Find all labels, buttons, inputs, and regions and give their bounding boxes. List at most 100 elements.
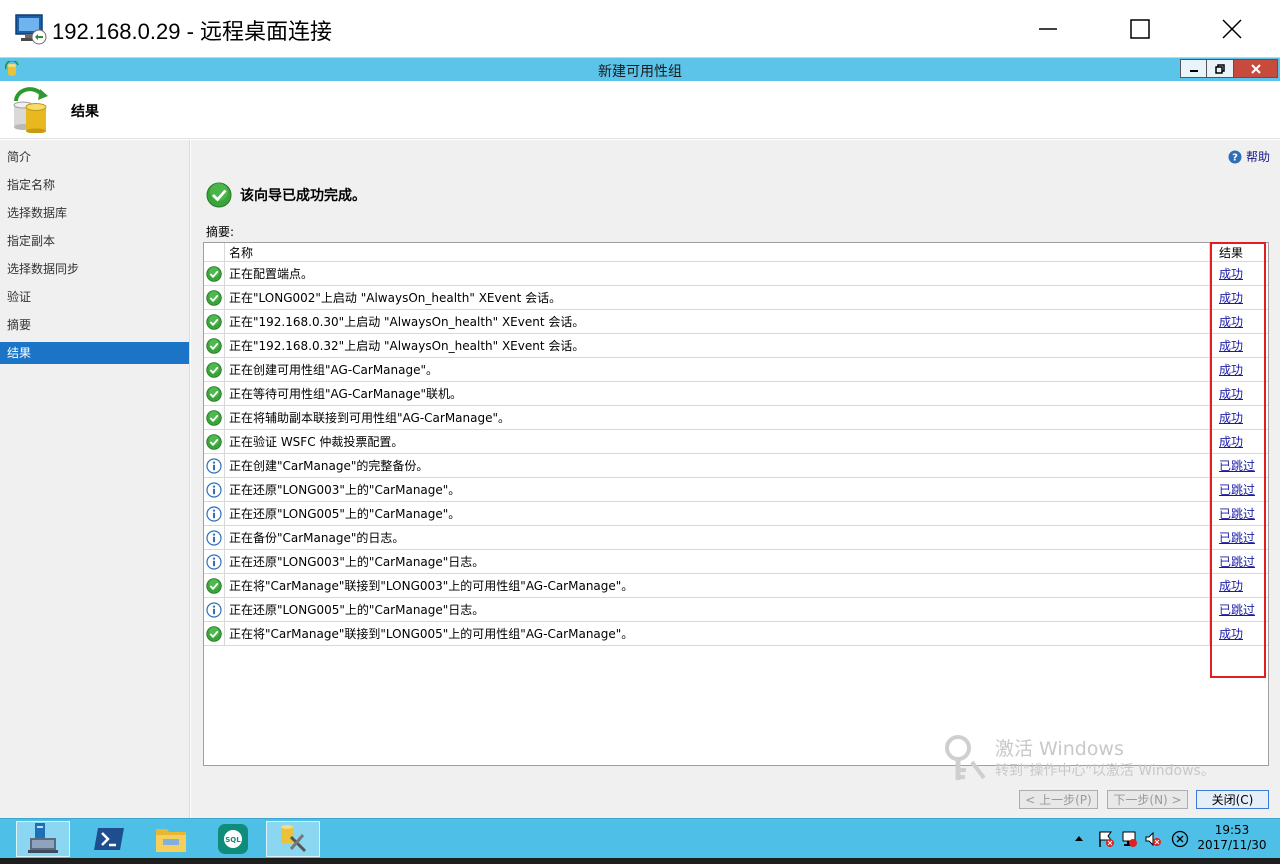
info-icon: [204, 598, 225, 621]
row-result-link[interactable]: 已跳过: [1219, 457, 1255, 474]
row-result-link[interactable]: 已跳过: [1219, 553, 1255, 570]
activation-watermark: 激活 Windows 转到"操作中心"以激活 Windows。: [940, 732, 1270, 786]
table-row[interactable]: 正在创建可用性组"AG-CarManage"。 成功: [204, 358, 1268, 382]
sidebar-item-data-sync[interactable]: 选择数据同步: [0, 258, 189, 280]
results-grid[interactable]: 名称 结果 正在配置端点。 成功 正在"LONG002"上启动 "AlwaysOn_…: [203, 242, 1269, 766]
table-row[interactable]: 正在验证 WSFC 仲裁投票配置。 成功: [204, 430, 1268, 454]
row-result-link[interactable]: 成功: [1219, 337, 1243, 354]
column-header-result[interactable]: 结果: [1209, 243, 1268, 261]
row-result-cell: 已跳过: [1209, 526, 1268, 549]
window-close-button[interactable]: [1234, 59, 1278, 78]
window-minimize-button[interactable]: [1180, 59, 1207, 78]
row-result-link[interactable]: 成功: [1219, 385, 1243, 402]
table-row[interactable]: 正在"192.168.0.32"上启动 "AlwaysOn_health" XE…: [204, 334, 1268, 358]
row-name: 正在备份"CarManage"的日志。: [229, 531, 405, 545]
next-button[interactable]: 下一步(N) >: [1107, 790, 1188, 809]
powershell-icon: [94, 828, 124, 850]
row-result-link[interactable]: 成功: [1219, 313, 1243, 330]
row-result-link[interactable]: 成功: [1219, 625, 1243, 642]
table-row[interactable]: 正在还原"LONG003"上的"CarManage"。 已跳过: [204, 478, 1268, 502]
table-row[interactable]: 正在将"CarManage"联接到"LONG003"上的可用性组"AG-CarM…: [204, 574, 1268, 598]
row-result-cell: 成功: [1209, 382, 1268, 405]
table-row[interactable]: 正在备份"CarManage"的日志。 已跳过: [204, 526, 1268, 550]
row-result-cell: 成功: [1209, 334, 1268, 357]
chevron-up-icon[interactable]: [1074, 834, 1084, 842]
row-name: 正在创建"CarManage"的完整备份。: [229, 459, 429, 473]
table-row[interactable]: 正在还原"LONG005"上的"CarManage"。 已跳过: [204, 502, 1268, 526]
row-result-cell: 成功: [1209, 430, 1268, 453]
remote-desktop-icon: [14, 12, 48, 46]
network-icon[interactable]: [1120, 830, 1138, 848]
clock-date: 2017/11/30: [1197, 838, 1267, 852]
sidebar-item-validation[interactable]: 验证: [0, 286, 189, 308]
svg-text:?: ?: [1232, 152, 1238, 163]
close-button[interactable]: 关闭(C): [1196, 790, 1269, 809]
success-check-icon: [204, 286, 225, 309]
table-row[interactable]: 正在还原"LONG005"上的"CarManage"日志。 已跳过: [204, 598, 1268, 622]
key-icon: [945, 735, 986, 780]
row-result-link[interactable]: 已跳过: [1219, 505, 1255, 522]
restore-icon: [1215, 63, 1225, 74]
wizard-header: 结果: [0, 81, 1280, 139]
table-row[interactable]: 正在将"CarManage"联接到"LONG005"上的可用性组"AG-CarM…: [204, 622, 1268, 646]
action-center-flag-icon[interactable]: [1097, 830, 1115, 848]
table-row[interactable]: 正在创建"CarManage"的完整备份。 已跳过: [204, 454, 1268, 478]
row-result-link[interactable]: 成功: [1219, 289, 1243, 306]
row-result-link[interactable]: 成功: [1219, 433, 1243, 450]
taskbar-clock[interactable]: 19:53 2017/11/30: [1190, 823, 1274, 853]
row-result-cell: 成功: [1209, 622, 1268, 645]
row-name: 正在还原"LONG005"上的"CarManage"。: [229, 507, 461, 521]
sidebar-item-specify-replicas[interactable]: 指定副本: [0, 230, 189, 252]
row-result-link[interactable]: 已跳过: [1219, 481, 1255, 498]
row-result-cell: 已跳过: [1209, 550, 1268, 573]
sidebar-item-select-databases[interactable]: 选择数据库: [0, 202, 189, 224]
wizard-main-panel: ? 帮助 该向导已成功完成。 摘要: 名称 结果 正在配置端点。 成功 正在"LON…: [191, 140, 1280, 818]
row-result-cell: 已跳过: [1209, 478, 1268, 501]
row-result-link[interactable]: 成功: [1219, 409, 1243, 426]
rdp-minimize-button[interactable]: [1002, 0, 1094, 58]
table-row[interactable]: 正在配置端点。 成功: [204, 262, 1268, 286]
taskbar-management-studio[interactable]: [266, 821, 320, 857]
success-check-icon: [204, 382, 225, 405]
clock-time: 19:53: [1214, 823, 1250, 837]
table-row[interactable]: 正在将辅助副本联接到可用性组"AG-CarManage"。 成功: [204, 406, 1268, 430]
rdp-maximize-button[interactable]: [1094, 0, 1186, 58]
rdp-close-button[interactable]: [1186, 0, 1278, 58]
success-check-icon: [204, 310, 225, 333]
close-circle-icon[interactable]: [1171, 830, 1189, 848]
row-name: 正在等待可用性组"AG-CarManage"联机。: [229, 387, 462, 401]
help-link[interactable]: ? 帮助: [1228, 148, 1270, 165]
row-result-link[interactable]: 成功: [1219, 265, 1243, 282]
success-check-icon: [204, 358, 225, 381]
window-restore-button[interactable]: [1207, 59, 1234, 78]
window-title: 新建可用性组: [598, 64, 682, 80]
taskbar-powershell[interactable]: [82, 821, 136, 857]
column-header-name[interactable]: 名称: [226, 243, 1208, 261]
row-result-link[interactable]: 成功: [1219, 361, 1243, 378]
row-name: 正在还原"LONG003"上的"CarManage"日志。: [229, 555, 485, 569]
taskbar-sql-server[interactable]: SQL: [206, 821, 260, 857]
row-result-link[interactable]: 成功: [1219, 577, 1243, 594]
sidebar-item-intro[interactable]: 简介: [0, 146, 189, 168]
taskbar-server-manager[interactable]: [16, 821, 70, 857]
sidebar-item-specify-name[interactable]: 指定名称: [0, 174, 189, 196]
table-row[interactable]: 正在等待可用性组"AG-CarManage"联机。 成功: [204, 382, 1268, 406]
table-row[interactable]: 正在"LONG002"上启动 "AlwaysOn_health" XEvent …: [204, 286, 1268, 310]
row-result-cell: 成功: [1209, 310, 1268, 333]
sidebar-item-results[interactable]: 结果: [0, 342, 189, 364]
taskbar: SQL 19:53 2017/11/30: [0, 818, 1280, 858]
row-result-link[interactable]: 已跳过: [1219, 601, 1255, 618]
table-row[interactable]: 正在还原"LONG003"上的"CarManage"日志。 已跳过: [204, 550, 1268, 574]
info-icon: [204, 454, 225, 477]
sidebar-item-summary[interactable]: 摘要: [0, 314, 189, 336]
previous-button[interactable]: < 上一步(P): [1019, 790, 1098, 809]
row-result-cell: 已跳过: [1209, 454, 1268, 477]
minimize-icon: [1189, 69, 1198, 72]
taskbar-file-explorer[interactable]: [144, 821, 198, 857]
row-result-cell: 成功: [1209, 286, 1268, 309]
volume-muted-icon[interactable]: [1144, 830, 1162, 848]
close-icon: [1222, 19, 1242, 39]
row-result-link[interactable]: 已跳过: [1219, 529, 1255, 546]
table-row[interactable]: 正在"192.168.0.30"上启动 "AlwaysOn_health" XE…: [204, 310, 1268, 334]
sql-server-icon: SQL: [218, 824, 248, 854]
